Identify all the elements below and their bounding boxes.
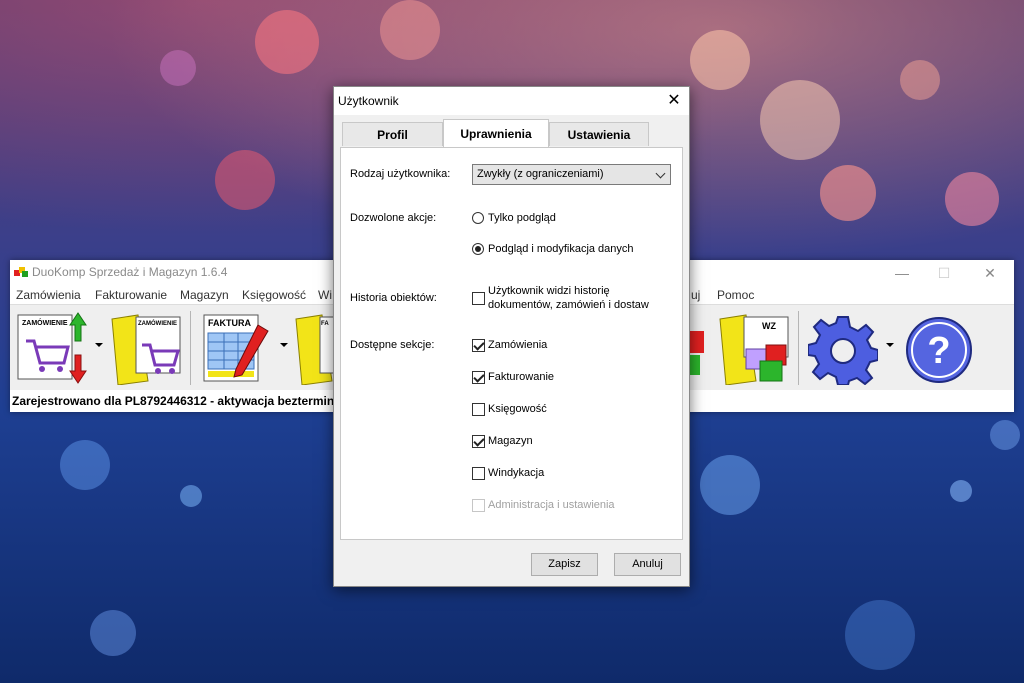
- checkmark-icon: [473, 435, 485, 447]
- menu-magazyn[interactable]: Magazyn: [180, 288, 229, 302]
- dialog-title: Użytkownik: [338, 94, 399, 108]
- section-fakturowanie-checkbox[interactable]: [472, 371, 485, 384]
- bokeh-light: [255, 10, 319, 74]
- section-administracja-label: Administracja i ustawienia: [488, 499, 615, 511]
- tab-profil[interactable]: Profil: [342, 122, 443, 146]
- menu-windykacja-partial[interactable]: Wi: [318, 288, 332, 302]
- user-type-label: Rodzaj użytkownika:: [350, 168, 451, 180]
- orders-cart-icon[interactable]: ZAMÓWIENIE: [16, 311, 88, 385]
- history-option-line1[interactable]: Użytkownik widzi historię: [488, 285, 610, 297]
- bokeh-light: [820, 165, 876, 221]
- permissions-panel: Rodzaj użytkownika: Zwykły (z ograniczen…: [340, 147, 683, 540]
- maximize-button[interactable]: ☐: [924, 263, 964, 283]
- section-ksiegowosc-checkbox[interactable]: [472, 403, 485, 416]
- save-button[interactable]: Zapisz: [531, 553, 598, 576]
- allowed-actions-label: Dozwolone akcje:: [350, 212, 437, 224]
- orders-folder-icon[interactable]: ZAMÓWIENIE: [108, 311, 186, 386]
- bokeh-light: [700, 455, 760, 515]
- bokeh-light: [215, 150, 275, 210]
- section-zamowienia-checkbox[interactable]: [472, 339, 485, 352]
- user-type-value: Zwykły (z ograniczeniami): [477, 168, 604, 180]
- cancel-button[interactable]: Anuluj: [614, 553, 681, 576]
- toolbar-separator: [190, 311, 191, 385]
- warehouse-boxes-icon[interactable]: [690, 325, 708, 385]
- checkmark-icon: [473, 339, 485, 351]
- history-label: Historia obiektów:: [350, 292, 437, 304]
- radio-selected-dot: [475, 246, 481, 252]
- menu-fakturowanie[interactable]: Fakturowanie: [95, 288, 167, 302]
- menu-konfiguruj-partial[interactable]: uj: [691, 288, 700, 302]
- menu-pomoc[interactable]: Pomoc: [717, 288, 754, 302]
- user-type-select[interactable]: Zwykły (z ograniczeniami): [472, 164, 671, 185]
- app-logo-icon: [14, 266, 28, 278]
- bokeh-light: [690, 30, 750, 90]
- bokeh-light: [900, 60, 940, 100]
- help-icon[interactable]: ?: [904, 315, 974, 385]
- section-windykacja-label[interactable]: Windykacja: [488, 467, 544, 479]
- user-dialog: Użytkownik ✕ Profil Uprawnienia Ustawien…: [333, 86, 690, 587]
- history-option-line2[interactable]: dokumentów, zamówień i dostaw: [488, 299, 649, 311]
- wz-label: WZ: [762, 321, 776, 331]
- invoice-dropdown-icon[interactable]: [280, 343, 288, 347]
- radio-view-only-label[interactable]: Tylko podgląd: [488, 212, 556, 224]
- section-magazyn-checkbox[interactable]: [472, 435, 485, 448]
- bokeh-light: [180, 485, 202, 507]
- bokeh-light: [160, 50, 196, 86]
- radio-view-only[interactable]: [472, 212, 484, 224]
- radio-view-modify-label[interactable]: Podgląd i modyfikacja danych: [488, 243, 634, 255]
- bokeh-light: [380, 0, 440, 60]
- help-label: ?: [927, 330, 950, 372]
- section-fakturowanie-label[interactable]: Fakturowanie: [488, 371, 554, 383]
- history-checkbox[interactable]: [472, 292, 485, 305]
- bokeh-light: [760, 80, 840, 160]
- chevron-down-icon: [655, 168, 666, 179]
- section-administracja-checkbox: [472, 499, 485, 512]
- wz-folder-icon[interactable]: WZ: [716, 311, 794, 386]
- dialog-title-bar[interactable]: Użytkownik ✕: [334, 87, 689, 115]
- menu-ksiegowosc[interactable]: Księgowość: [242, 288, 306, 302]
- invoice-icon[interactable]: FAKTURA: [202, 311, 274, 385]
- bokeh-light: [90, 610, 136, 656]
- toolbar-separator: [798, 311, 799, 385]
- invoice-label: FAKTURA: [208, 318, 251, 328]
- main-window-title: DuoKomp Sprzedaż i Magazyn 1.6.4: [32, 265, 228, 279]
- section-magazyn-label[interactable]: Magazyn: [488, 435, 533, 447]
- tab-ustawienia[interactable]: Ustawienia: [549, 122, 649, 146]
- tab-uprawnienia[interactable]: Uprawnienia: [443, 119, 549, 147]
- section-zamowienia-label[interactable]: Zamówienia: [488, 339, 547, 351]
- settings-gear-icon[interactable]: [807, 315, 879, 386]
- settings-dropdown-icon[interactable]: [886, 343, 894, 347]
- bokeh-light: [845, 600, 915, 670]
- checkmark-icon: [473, 371, 485, 383]
- main-close-button[interactable]: ✕: [970, 263, 1010, 283]
- orders-dropdown-icon[interactable]: [95, 343, 103, 347]
- invoice2-label: FA: [321, 321, 329, 327]
- orders-label: ZAMÓWIENIE: [22, 318, 68, 327]
- section-ksiegowosc-label[interactable]: Księgowość: [488, 403, 547, 415]
- dialog-close-button[interactable]: ✕: [659, 87, 689, 115]
- sections-label: Dostępne sekcje:: [350, 339, 435, 351]
- invoice-folder-icon[interactable]: FA: [294, 311, 335, 386]
- bokeh-light: [60, 440, 110, 490]
- orders2-label: ZAMÓWIENIE: [138, 319, 177, 327]
- bokeh-light: [990, 420, 1020, 450]
- radio-view-modify[interactable]: [472, 243, 484, 255]
- minimize-button[interactable]: —: [882, 263, 922, 283]
- menu-zamowienia[interactable]: Zamówienia: [16, 288, 81, 302]
- section-windykacja-checkbox[interactable]: [472, 467, 485, 480]
- bokeh-light: [945, 172, 999, 226]
- bokeh-light: [950, 480, 972, 502]
- registration-status: Zarejestrowano dla PL8792446312 - aktywa…: [12, 394, 362, 408]
